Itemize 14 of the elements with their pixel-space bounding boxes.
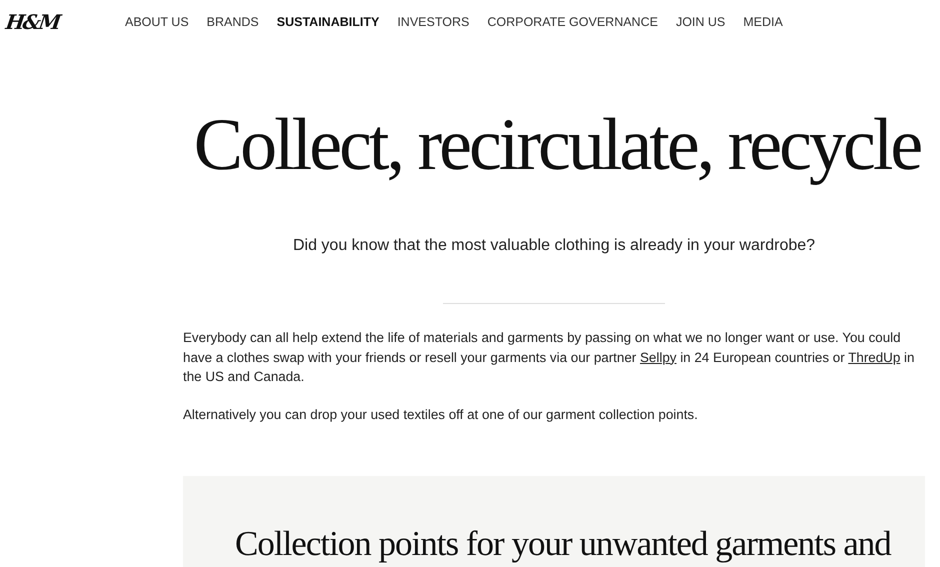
nav-link[interactable]: MEDIA [743,15,783,29]
nav-link[interactable]: INVESTORS [397,15,470,29]
nav-link[interactable]: ABOUT US [125,15,189,29]
nav-link[interactable]: CORPORATE GOVERNANCE [487,15,658,29]
page-heading: Collect, recirculate, recycle [192,103,922,188]
nav-link[interactable]: SUSTAINABILITY [276,15,380,29]
paragraph: Everybody can all help extend the life of materials and garments by passing on what we no longer want or use. You could have a clothes swap with your friends or resell your garments via our partner Sellpy in 24 European countries or ThredUp in the US and Canada. [183,329,916,386]
text-link[interactable]: ThredUp [848,350,900,364]
section-heading: Collection points for your unwanted garments and [235,524,892,564]
nav-link[interactable]: JOIN US [676,15,726,29]
subtitle: Did you know that the most valuable clothing is already in your wardrobe? [292,237,816,255]
nav-link[interactable]: BRANDS [206,15,259,29]
paragraph: Alternatively you can drop your used textiles off at one of our garment collection points. [183,406,699,424]
text-link[interactable]: Sellpy [640,350,676,364]
